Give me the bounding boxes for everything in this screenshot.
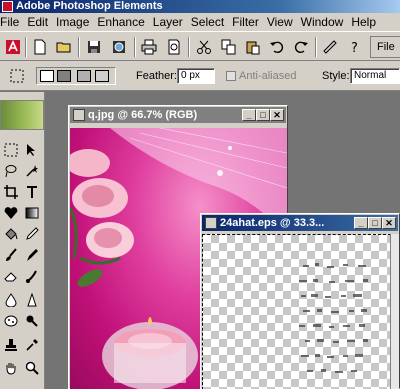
- shortcuts-bar: ? File: [0, 31, 400, 61]
- save-for-web-icon[interactable]: [110, 38, 128, 56]
- feather-input[interactable]: 0 px: [177, 68, 215, 84]
- clone-stamp-icon[interactable]: [3, 337, 19, 353]
- minimize-button[interactable]: _: [354, 217, 368, 229]
- pencil-alt-icon[interactable]: [24, 247, 40, 263]
- print-icon[interactable]: [140, 38, 158, 56]
- document-icon: [205, 217, 217, 229]
- marquee-icon[interactable]: [3, 142, 19, 158]
- close-button[interactable]: ✕: [270, 109, 284, 121]
- document-title-bar[interactable]: 24ahat.eps @ 33.3... _ □ ✕: [202, 215, 398, 231]
- maximize-button[interactable]: □: [256, 109, 270, 121]
- help-icon[interactable]: [321, 38, 339, 56]
- redo-icon[interactable]: [292, 38, 310, 56]
- menu-window[interactable]: Window: [297, 15, 348, 29]
- vertical-scrollbar[interactable]: [390, 234, 399, 389]
- eraser-icon[interactable]: [3, 268, 19, 284]
- feather-label: Feather:: [136, 70, 177, 82]
- menu-enhance[interactable]: Enhance: [93, 15, 148, 29]
- add-selection-button[interactable]: [57, 70, 71, 82]
- document-title: q.jpg @ 66.7% (RGB): [88, 109, 198, 121]
- app-title-bar: Adobe Photoshop Elements: [0, 0, 400, 13]
- smudge-icon[interactable]: [24, 268, 40, 284]
- undo-icon[interactable]: [268, 38, 286, 56]
- sponge-icon[interactable]: [3, 313, 19, 329]
- crop-icon[interactable]: [3, 184, 19, 200]
- move-icon[interactable]: [24, 142, 40, 158]
- menu-view[interactable]: View: [263, 15, 297, 29]
- brush-icon[interactable]: [3, 247, 19, 263]
- paint-bucket-icon[interactable]: [3, 226, 19, 242]
- subtract-selection-button[interactable]: [77, 70, 91, 82]
- menu-edit[interactable]: Edit: [23, 15, 52, 29]
- pencil-icon[interactable]: [24, 226, 40, 242]
- anti-aliased-checkbox[interactable]: [226, 71, 236, 81]
- sharpen-icon[interactable]: [24, 292, 40, 308]
- options-bar: Feather: 0 px Anti-aliased Style: Normal: [0, 61, 400, 91]
- shape-icon[interactable]: [3, 205, 19, 221]
- style-label: Style:: [322, 70, 350, 82]
- document-title-bar[interactable]: q.jpg @ 66.7% (RGB) _ □ ✕: [70, 107, 286, 123]
- search-help-icon[interactable]: ?: [346, 38, 364, 56]
- new-document-icon[interactable]: [31, 38, 49, 56]
- transparent-canvas[interactable]: [202, 234, 391, 389]
- menu-layer[interactable]: Layer: [149, 15, 187, 29]
- document-title: 24ahat.eps @ 33.3...: [220, 217, 325, 229]
- zoom-icon[interactable]: [24, 360, 40, 376]
- window-buttons: _ □ ✕: [354, 217, 396, 229]
- document-window-24ahat[interactable]: 24ahat.eps @ 33.3... _ □ ✕: [200, 213, 400, 389]
- marquee-tool-icon: [8, 67, 26, 85]
- new-selection-button[interactable]: [40, 70, 54, 82]
- open-folder-icon[interactable]: [55, 38, 73, 56]
- gradient-icon[interactable]: [24, 205, 40, 221]
- anti-aliased-label: Anti-aliased: [239, 70, 297, 82]
- blur-icon[interactable]: [3, 292, 19, 308]
- window-buttons: _ □ ✕: [242, 109, 284, 121]
- eyedropper-icon[interactable]: [24, 337, 40, 353]
- menu-help[interactable]: Help: [347, 15, 380, 29]
- app-icon: [2, 1, 13, 12]
- menu-image[interactable]: Image: [52, 15, 93, 29]
- minimize-button[interactable]: _: [242, 109, 256, 121]
- toolbox: [0, 92, 45, 389]
- print-preview-icon[interactable]: [165, 38, 183, 56]
- magic-wand-icon[interactable]: [24, 163, 40, 179]
- intersect-selection-button[interactable]: [95, 70, 109, 82]
- menu-filter[interactable]: Filter: [228, 15, 263, 29]
- file-browser-button[interactable]: File: [370, 36, 400, 58]
- paste-icon[interactable]: [244, 38, 262, 56]
- close-button[interactable]: ✕: [382, 217, 396, 229]
- maximize-button[interactable]: □: [368, 217, 382, 229]
- svg-text:?: ?: [351, 41, 358, 55]
- toolbox-header-image: [0, 100, 44, 130]
- lasso-icon[interactable]: [3, 163, 19, 179]
- selection-mode-group: [36, 67, 116, 85]
- menu-select[interactable]: Select: [187, 15, 228, 29]
- adobe-logo-icon[interactable]: [4, 38, 22, 56]
- copy-icon[interactable]: [220, 38, 238, 56]
- hand-icon[interactable]: [3, 360, 19, 376]
- save-icon[interactable]: [85, 38, 103, 56]
- menu-bar: File Edit Image Enhance Layer Select Fil…: [0, 13, 400, 31]
- dodge-icon[interactable]: [24, 313, 40, 329]
- cut-icon[interactable]: [195, 38, 213, 56]
- app-title: Adobe Photoshop Elements: [16, 0, 163, 12]
- menu-file[interactable]: File: [0, 15, 23, 29]
- document-icon: [73, 109, 85, 121]
- type-icon[interactable]: [24, 184, 40, 200]
- style-select[interactable]: Normal: [350, 68, 400, 84]
